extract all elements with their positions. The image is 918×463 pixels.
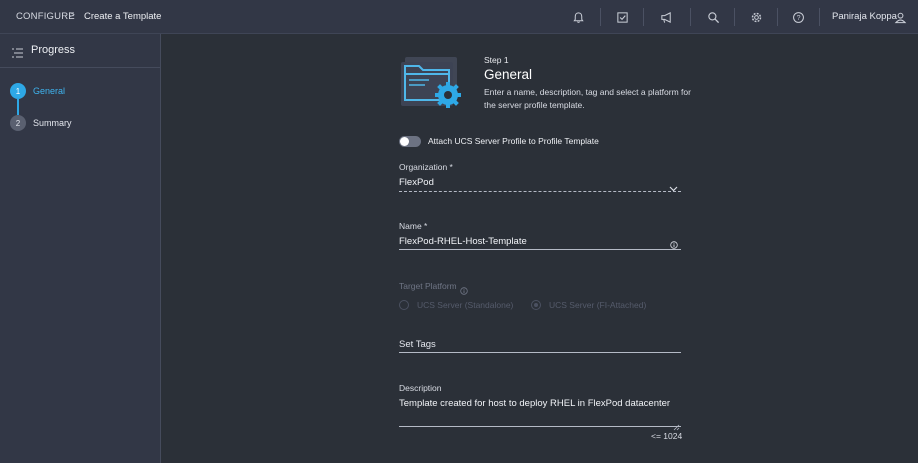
radio-fi-attached[interactable] — [531, 300, 541, 310]
step-2-indicator[interactable]: 2 — [10, 115, 26, 131]
attach-profile-toggle[interactable] — [399, 136, 421, 147]
announcement-icon[interactable] — [658, 9, 674, 25]
name-field[interactable]: FlexPod-RHEL-Host-Template — [399, 236, 527, 247]
organization-label: Organization * — [399, 162, 453, 172]
organization-value[interactable]: FlexPod — [399, 177, 434, 188]
progress-title: Progress — [31, 44, 76, 56]
info-icon — [460, 282, 468, 300]
radio-selected-dot — [534, 303, 538, 307]
main-panel: Step 1 General Enter a name, description… — [161, 34, 918, 463]
toggle-knob — [400, 137, 409, 146]
step-1-indicator[interactable]: 1 — [10, 83, 26, 99]
progress-list-icon[interactable] — [12, 45, 23, 63]
tags-underline — [399, 352, 681, 353]
attach-profile-label: Attach UCS Server Profile to Profile Tem… — [428, 136, 599, 146]
organization-underline — [399, 191, 681, 192]
sidebar-step-summary[interactable]: Summary — [33, 118, 72, 128]
step-connector — [17, 99, 19, 115]
name-underline — [399, 249, 681, 250]
user-name[interactable]: Paniraja Koppa — [832, 11, 897, 22]
search-icon[interactable] — [705, 9, 721, 25]
progress-sidebar: Progress 1 General 2 Summary — [0, 34, 161, 463]
topbar-divider — [819, 8, 820, 26]
topbar-divider — [734, 8, 735, 26]
radio-standalone-label: UCS Server (Standalone) — [417, 300, 514, 310]
user-icon[interactable] — [892, 9, 908, 25]
folder-gear-icon — [399, 54, 471, 117]
svg-text:?: ? — [796, 15, 800, 22]
sidebar-step-general[interactable]: General — [33, 86, 65, 96]
radio-standalone[interactable] — [399, 300, 409, 310]
breadcrumb-current: Create a Template — [84, 11, 162, 22]
step-number: Step 1 — [484, 55, 509, 65]
description-underline — [399, 426, 681, 427]
step-description: Enter a name, description, tag and selec… — [484, 87, 691, 110]
topbar-divider — [777, 8, 778, 26]
page-title: General — [484, 67, 533, 82]
info-icon[interactable] — [670, 236, 678, 254]
description-textarea[interactable]: Template created for host to deploy RHEL… — [399, 398, 670, 409]
target-platform-label: Target Platform — [399, 281, 457, 291]
bell-icon[interactable] — [570, 9, 586, 25]
help-icon[interactable]: ? — [790, 9, 806, 25]
description-label: Description — [399, 383, 442, 393]
tags-input[interactable]: Set Tags — [399, 339, 436, 350]
tasks-icon[interactable] — [614, 9, 630, 25]
chevron-down-icon[interactable] — [669, 179, 678, 197]
description-char-limit: <= 1024 — [651, 431, 683, 441]
progress-header: Progress — [0, 34, 160, 68]
topbar-divider — [643, 8, 644, 26]
top-bar: CONFIGURE > Create a Template ? Paniraja… — [0, 0, 918, 34]
gear-icon[interactable] — [748, 9, 764, 25]
radio-fi-attached-label: UCS Server (FI-Attached) — [549, 300, 647, 310]
name-label: Name * — [399, 221, 428, 231]
breadcrumb-configure[interactable]: CONFIGURE — [16, 11, 75, 22]
topbar-divider — [690, 8, 691, 26]
topbar-divider — [600, 8, 601, 26]
breadcrumb-separator: > — [69, 10, 75, 21]
